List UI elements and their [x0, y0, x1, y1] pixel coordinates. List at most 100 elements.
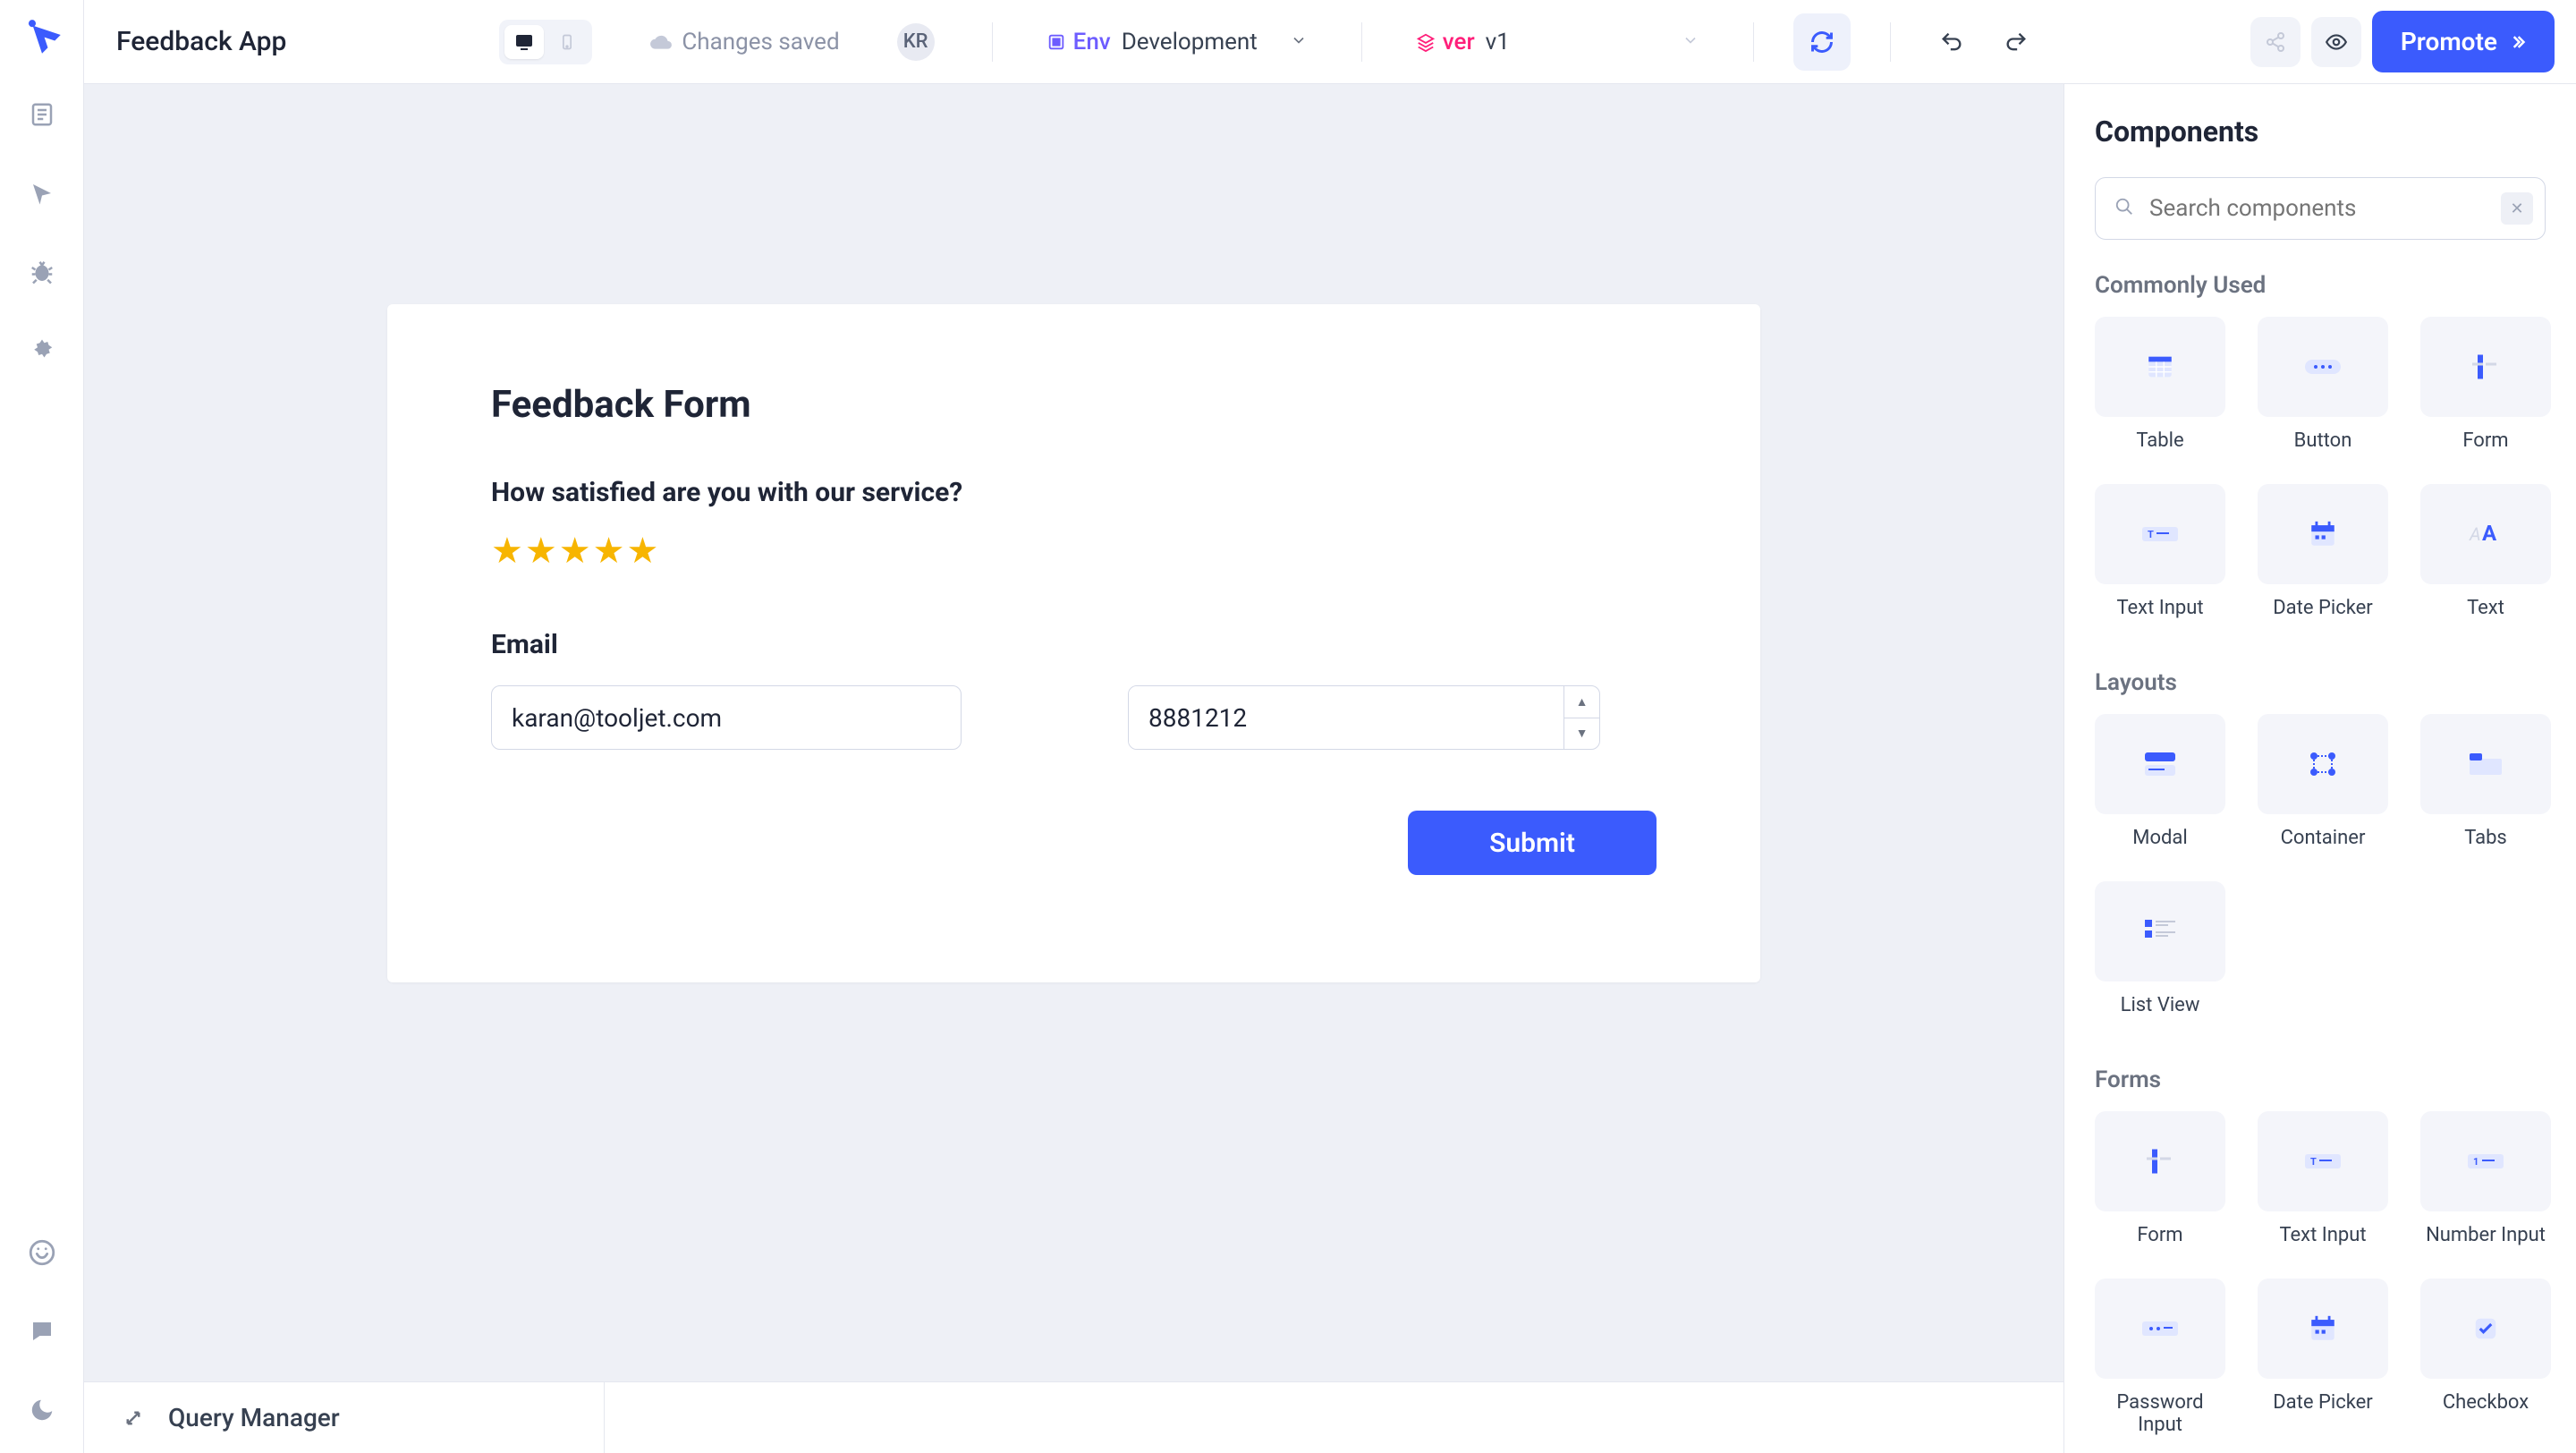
form-title: Feedback Form [491, 383, 1657, 427]
cloud-icon [649, 30, 673, 54]
undo-button[interactable] [1930, 13, 1973, 71]
section-layouts: Layouts [2095, 669, 2546, 696]
query-manager-label: Query Manager [168, 1403, 340, 1432]
component-tabs[interactable]: Tabs [2420, 714, 2551, 849]
textinput-icon: T [2095, 484, 2225, 584]
support-icon[interactable] [21, 1231, 64, 1274]
component-datepicker[interactable]: Date Picker [2258, 1279, 2388, 1436]
mobile-device-button[interactable] [547, 25, 587, 59]
numberinput-icon: 1 [2420, 1111, 2551, 1211]
left-sidebar [0, 0, 84, 1453]
component-label: Modal [2132, 827, 2187, 849]
component-checkbox[interactable]: Checkbox [2420, 1279, 2551, 1436]
search-icon [2114, 197, 2134, 220]
form-icon [2420, 317, 2551, 417]
table-icon [2095, 317, 2225, 417]
panel-title: Components [2095, 115, 2546, 149]
question-label: How satisfied are you with our service? [491, 477, 1657, 508]
star-icon[interactable]: ★ [525, 530, 557, 572]
desktop-device-button[interactable] [504, 25, 544, 59]
version-picker[interactable]: ver v1 [1402, 21, 1714, 63]
form-icon [2095, 1111, 2225, 1211]
star-rating[interactable]: ★ ★ ★ ★ ★ [491, 530, 1657, 572]
component-button[interactable]: Button [2258, 317, 2388, 452]
chevron-down-icon [1682, 29, 1699, 55]
inspect-icon[interactable] [21, 172, 64, 215]
star-icon[interactable]: ★ [593, 530, 625, 572]
component-label: Form [2462, 429, 2508, 452]
star-icon[interactable]: ★ [559, 530, 591, 572]
pages-icon[interactable] [21, 93, 64, 136]
increment-button[interactable]: ▲ [1564, 686, 1599, 718]
component-label: Form [2137, 1224, 2182, 1246]
star-icon[interactable]: ★ [626, 530, 658, 572]
email-label: Email [491, 629, 1657, 660]
component-container[interactable]: Container [2258, 714, 2388, 849]
preview-button[interactable] [2311, 17, 2361, 67]
component-label: Date Picker [2273, 1391, 2373, 1414]
component-form[interactable]: Form [2420, 317, 2551, 452]
divider [1361, 22, 1362, 62]
component-label: List View [2121, 994, 2200, 1016]
chevron-down-icon [1290, 29, 1308, 55]
svg-text:T: T [2148, 529, 2154, 540]
search-input[interactable] [2095, 177, 2546, 240]
component-text[interactable]: AA Text [2420, 484, 2551, 619]
component-label: Text Input [2279, 1224, 2366, 1246]
promote-button[interactable]: Promote [2372, 11, 2555, 72]
divider [1890, 22, 1891, 62]
environment-picker[interactable]: Env Development [1032, 21, 1322, 63]
component-form[interactable]: Form [2095, 1111, 2225, 1246]
divider [1753, 22, 1754, 62]
refresh-button[interactable] [1793, 13, 1851, 71]
component-numberinput[interactable]: 1Number Input [2420, 1111, 2551, 1246]
component-password[interactable]: Password Input [2095, 1279, 2225, 1436]
component-textinput[interactable]: T Text Input [2258, 1111, 2388, 1246]
datepicker-icon [2258, 484, 2388, 584]
component-label: Container [2281, 827, 2366, 849]
submit-button[interactable]: Submit [1408, 811, 1657, 875]
component-label: Date Picker [2273, 597, 2373, 619]
component-label: Checkbox [2443, 1391, 2529, 1414]
tabs-icon [2420, 714, 2551, 814]
modal-icon [2095, 714, 2225, 814]
topbar: Feedback App Changes saved KR Env [84, 0, 2576, 84]
component-modal[interactable]: Modal [2095, 714, 2225, 849]
chevron-right-icon [2508, 33, 2526, 51]
component-label: Button [2294, 429, 2352, 452]
listview-icon [2095, 881, 2225, 981]
user-avatar[interactable]: KR [897, 23, 935, 61]
component-label: Table [2136, 429, 2183, 452]
text-icon: AA [2420, 484, 2551, 584]
debug-icon[interactable] [21, 251, 64, 293]
component-listview[interactable]: List View [2095, 881, 2225, 1016]
share-button[interactable] [2250, 17, 2301, 67]
component-label: Text Input [2116, 597, 2203, 619]
svg-text:A: A [2482, 521, 2497, 546]
redo-button[interactable] [1995, 13, 2038, 71]
section-forms: Forms [2095, 1066, 2546, 1093]
app-name[interactable]: Feedback App [116, 26, 286, 57]
form-card[interactable]: Feedback Form How satisfied are you with… [387, 304, 1760, 982]
comments-icon[interactable] [21, 1310, 64, 1353]
component-datepicker[interactable]: Date Picker [2258, 484, 2388, 619]
component-textinput[interactable]: T Text Input [2095, 484, 2225, 619]
query-manager-toggle[interactable]: Query Manager [84, 1382, 605, 1453]
clear-search-icon[interactable]: ✕ [2501, 192, 2533, 225]
decrement-button[interactable]: ▼ [1564, 718, 1599, 750]
component-label: Tabs [2464, 827, 2507, 849]
textinput-icon: T [2258, 1111, 2388, 1211]
save-status-text: Changes saved [682, 29, 839, 55]
button-icon [2258, 317, 2388, 417]
component-label: Text [2467, 597, 2504, 619]
settings-icon[interactable] [21, 329, 64, 372]
component-table[interactable]: Table [2095, 317, 2225, 452]
number-input[interactable] [1129, 686, 1563, 749]
app-logo[interactable] [20, 13, 64, 57]
star-icon[interactable]: ★ [491, 530, 523, 572]
canvas[interactable]: Feedback Form How satisfied are you with… [84, 84, 2063, 1453]
env-icon [1046, 32, 1066, 52]
container-icon [2258, 714, 2388, 814]
dark-mode-icon[interactable] [21, 1389, 64, 1432]
email-input[interactable] [491, 685, 962, 750]
